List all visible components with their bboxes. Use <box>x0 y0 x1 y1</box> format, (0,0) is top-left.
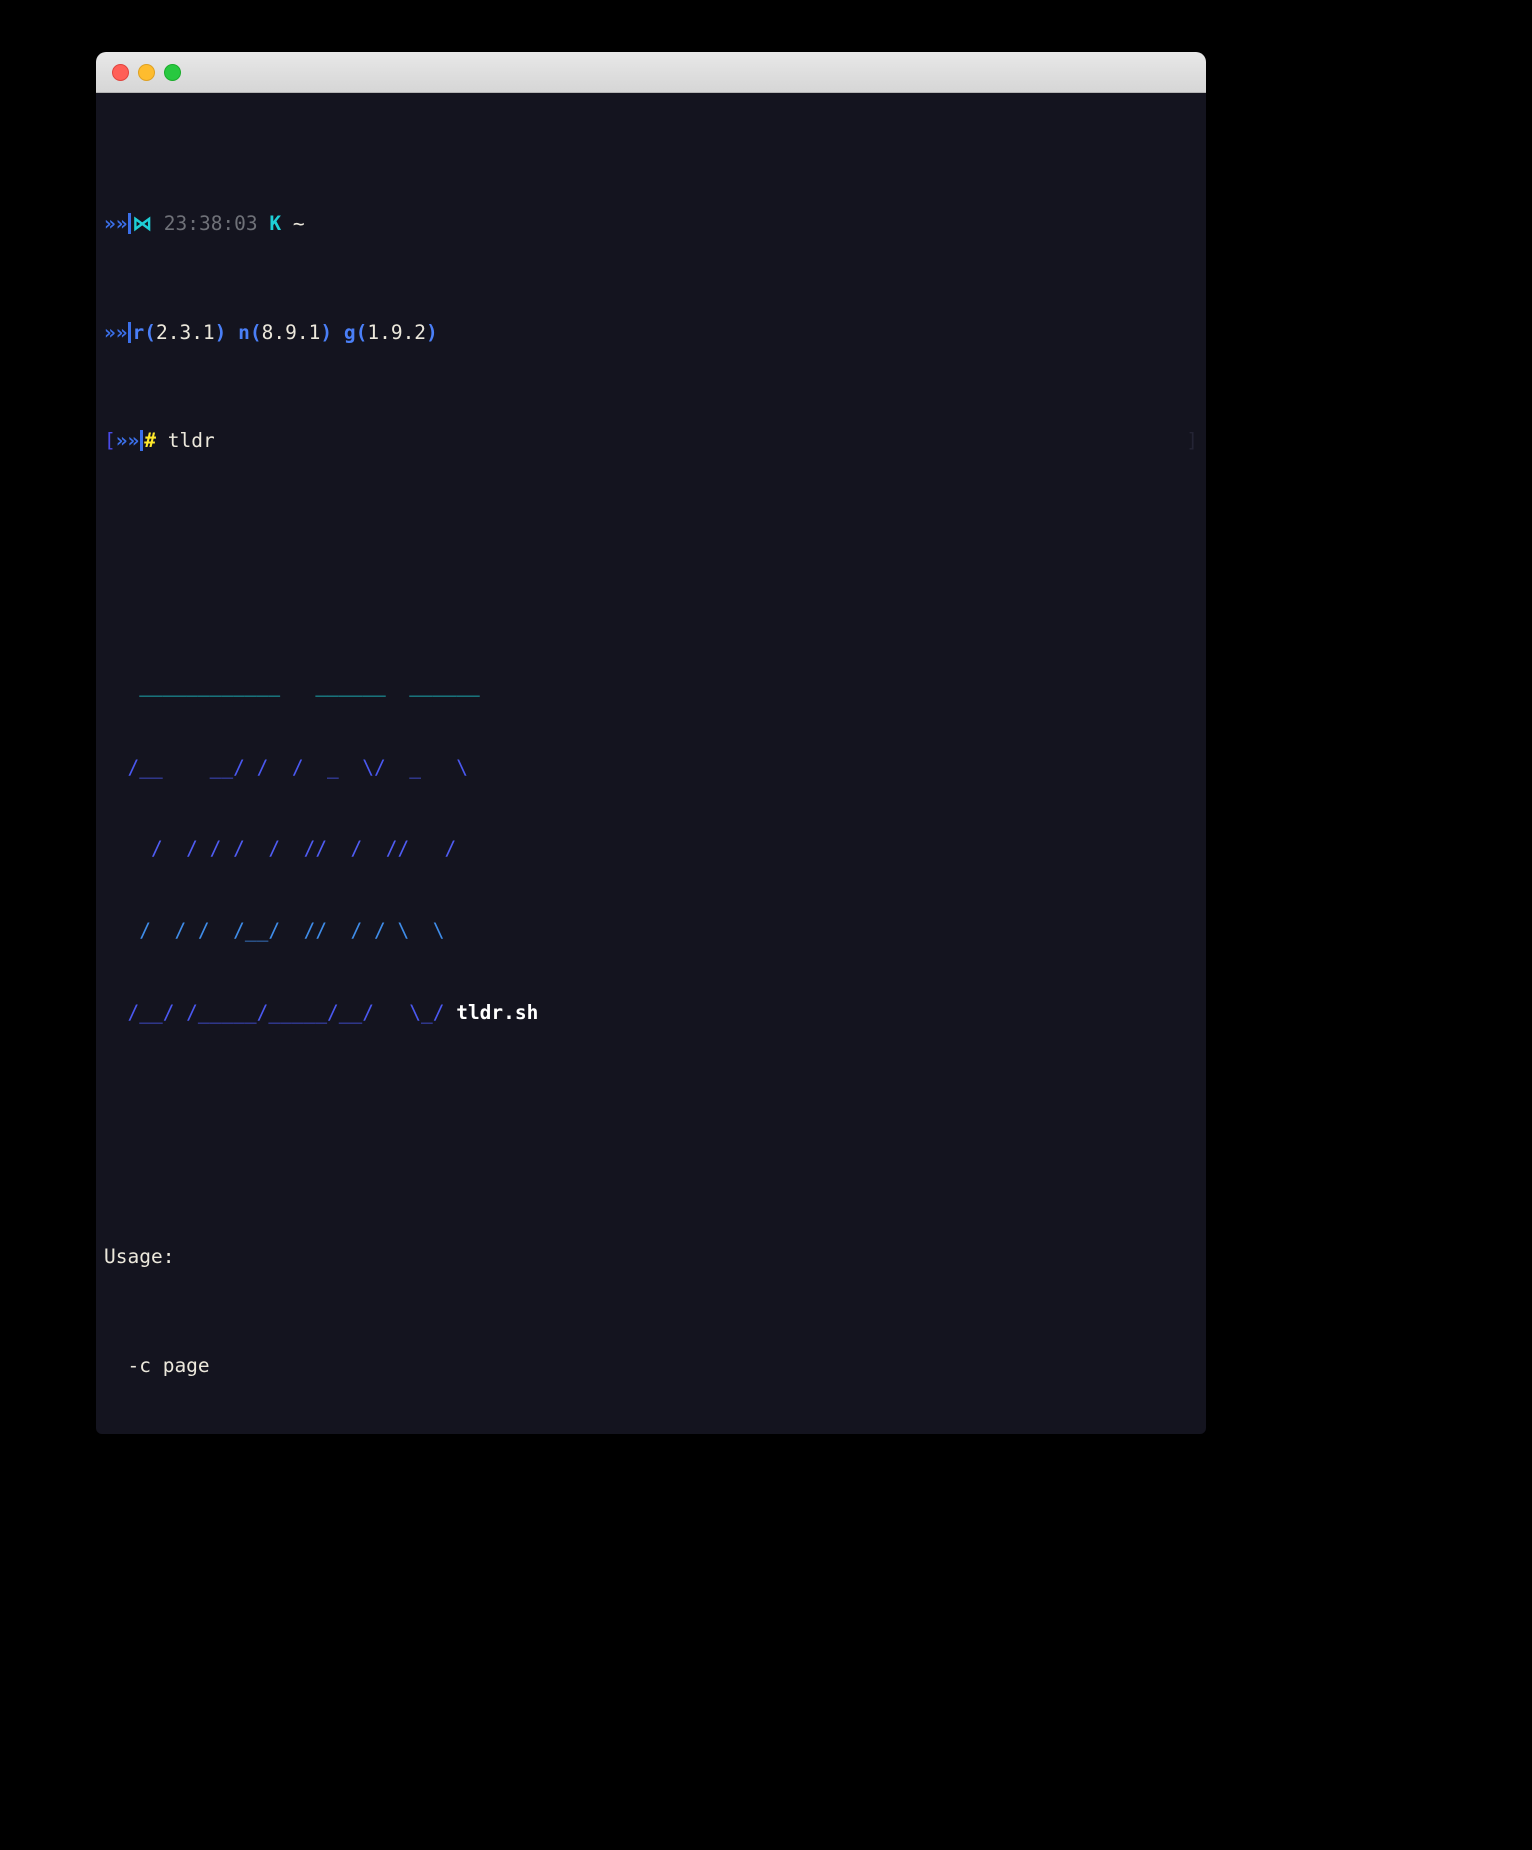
branch-icon: ⋈ <box>132 211 152 235</box>
prompt-cursor <box>140 430 144 452</box>
node-version-value: 8.9.1 <box>261 320 321 344</box>
usage-flag-c: -c page <box>104 1354 210 1378</box>
prompt-arrows-icon: »» <box>104 320 128 344</box>
hash-prompt-icon: # <box>144 429 156 453</box>
prompt-arrows-icon: »» <box>104 211 128 235</box>
go-version-value: 1.9.2 <box>367 320 427 344</box>
version-line-1: »» r(2.3.1) n(8.9.1) g(1.9.2) <box>96 319 1206 346</box>
logo-line-1: ____________ ______ ______ <box>104 674 480 698</box>
k-icon: K <box>269 211 282 235</box>
prompt-arrows-icon: »» <box>115 429 140 453</box>
go-version-key: g( <box>343 320 368 344</box>
close-button[interactable] <box>112 63 129 81</box>
command-line-1[interactable]: [»» # tldr] <box>96 427 1206 454</box>
go-version-end: ) <box>426 320 438 344</box>
ruby-version-key: r( <box>132 320 156 344</box>
cwd-path: ~ <box>292 211 305 235</box>
node-version-end: ) <box>320 320 333 344</box>
command-close-bracket: ] <box>1186 429 1198 453</box>
terminal-body[interactable]: »» ⋈ 23:38:03 K ~ »» r(2.3.1) n(8.9.1) g(1… <box>96 93 1206 1434</box>
logo-line-4: / / / /__/ // / / \ \ <box>104 918 445 942</box>
prompt-line-1: »» ⋈ 23:38:03 K ~ <box>96 210 1206 237</box>
ruby-version-value: 2.3.1 <box>155 320 215 344</box>
brand-label: tldr.sh <box>456 1000 539 1024</box>
logo-line-3: / / / / / // / // / <box>104 837 457 861</box>
timestamp: 23:38:03 <box>163 211 258 235</box>
logo-line-5: /__/ /_____/_____/__/ \_/ tldr.sh <box>96 999 1206 1026</box>
node-version-key: n( <box>238 320 262 344</box>
maximize-button[interactable] <box>164 63 181 81</box>
command-text[interactable]: tldr <box>156 429 215 452</box>
logo-art-tail: /__/ /_____/_____/__/ \_/ <box>104 1000 457 1024</box>
logo-line-2: /__ __/ / / _ \/ _ \ <box>104 755 468 779</box>
minimize-button[interactable] <box>138 63 155 81</box>
ruby-version-end: ) <box>214 320 227 344</box>
usage-heading: Usage: <box>104 1245 175 1269</box>
command-open-bracket: [ <box>104 429 116 453</box>
window-titlebar[interactable] <box>96 52 1206 93</box>
terminal-window[interactable]: »» ⋈ 23:38:03 K ~ »» r(2.3.1) n(8.9.1) g(1… <box>96 52 1206 1434</box>
